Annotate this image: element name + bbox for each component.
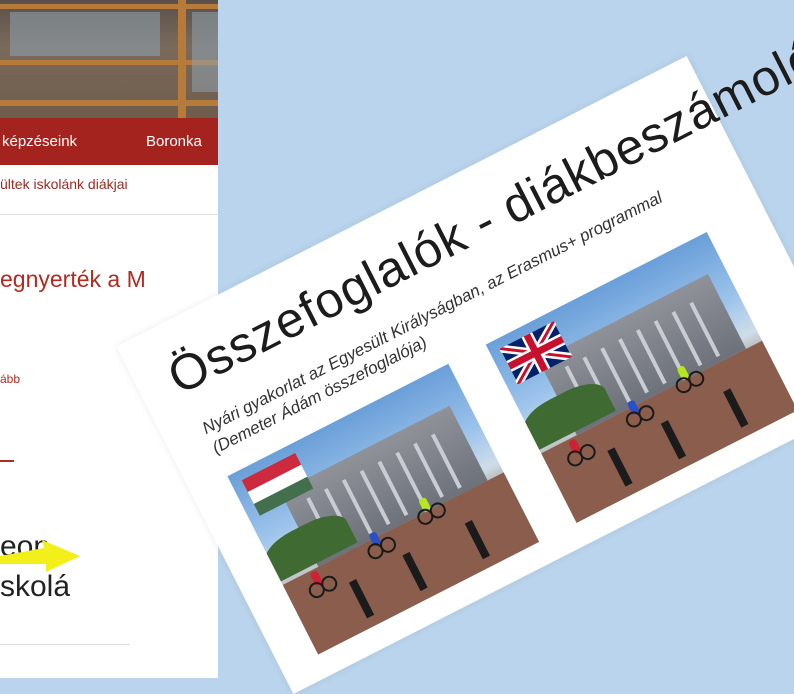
- arrow-icon: [0, 540, 80, 572]
- article-headline[interactable]: egnyerték a M: [0, 266, 146, 293]
- divider: [0, 644, 130, 645]
- read-more-link[interactable]: ább: [0, 372, 20, 386]
- header-photo: [0, 0, 218, 118]
- english-report-thumbnail[interactable]: [485, 232, 794, 523]
- nav-item-boronka[interactable]: Boronka: [146, 133, 202, 150]
- main-navigation: képzéseink Boronka: [0, 118, 218, 165]
- divider: [0, 214, 218, 215]
- breadcrumb[interactable]: ültek iskolánk diákjai: [0, 176, 218, 210]
- accent-line: [0, 460, 14, 462]
- nav-item-trainings[interactable]: képzéseink: [2, 133, 77, 150]
